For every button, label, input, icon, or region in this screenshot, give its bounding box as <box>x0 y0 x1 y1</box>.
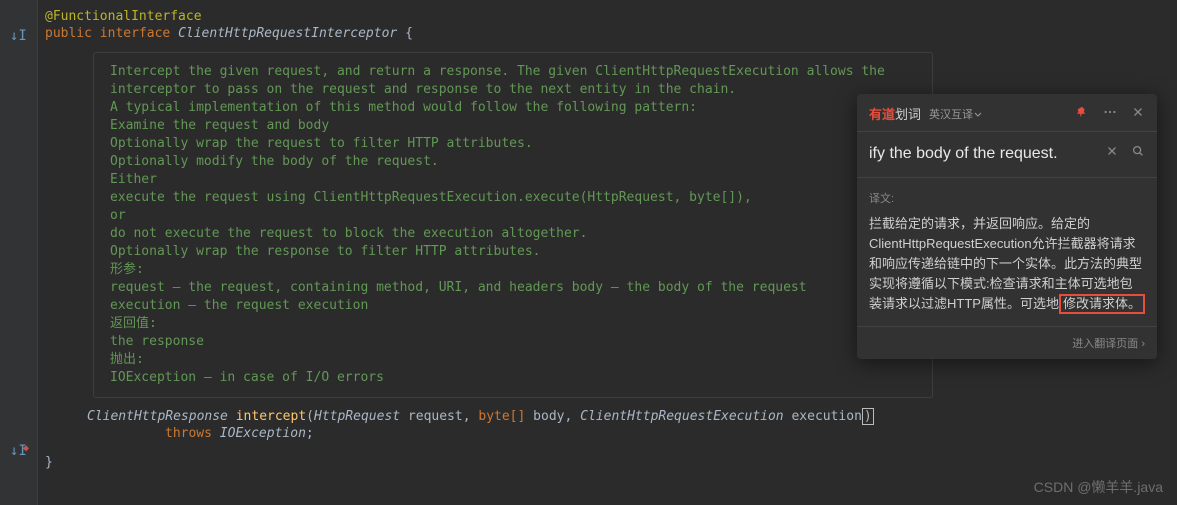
search-icon[interactable] <box>1131 144 1145 163</box>
method-name: intercept <box>236 409 306 424</box>
javadoc-line: Intercept the given request, and return … <box>110 63 916 81</box>
javadoc-line: 抛出: <box>110 351 916 369</box>
javadoc-line: or <box>110 207 916 225</box>
param-name: request <box>408 409 463 424</box>
javadoc-line: interceptor to pass on the request and r… <box>110 81 916 99</box>
javadoc-line: the response <box>110 333 916 351</box>
param-type: ClientHttpRequestExecution <box>580 409 784 424</box>
javadoc-line: execution – the request execution <box>110 297 916 315</box>
annotation: @FunctionalInterface <box>45 9 202 24</box>
javadoc-line: request – the request, containing method… <box>110 279 916 297</box>
param-type: byte[] <box>478 409 525 424</box>
throws-clause: throws IOException; <box>165 425 1177 442</box>
brace-close: } <box>45 455 53 470</box>
method-signature: ClientHttpResponse intercept(HttpRequest… <box>87 408 1177 425</box>
javadoc-line: Optionally modify the body of the reques… <box>110 153 916 171</box>
translator-query-row: ify the body of the request. <box>857 132 1157 178</box>
javadoc-line: Optionally wrap the request to filter HT… <box>110 135 916 153</box>
javadoc-line: A typical implementation of this method … <box>110 99 916 117</box>
keyword-interface: interface <box>100 26 170 41</box>
translator-body: 译文: 拦截给定的请求，并返回响应。给定的ClientHttpRequestEx… <box>857 178 1157 326</box>
keyword-public: public <box>45 26 92 41</box>
translation-highlight: 修改请求体。 <box>1059 294 1145 314</box>
close-icon[interactable] <box>1131 105 1145 122</box>
keyword-throws: throws <box>165 426 212 441</box>
translator-header: 有道划词 英汉互译 <box>857 94 1157 132</box>
javadoc-line: execute the request using ClientHttpRequ… <box>110 189 916 207</box>
translator-footer-link[interactable]: 进入翻译页面 › <box>857 326 1157 359</box>
javadoc-line: Either <box>110 171 916 189</box>
clear-query-icon[interactable] <box>1105 144 1119 163</box>
chevron-right-icon: › <box>1141 338 1145 350</box>
translation-text: 拦截给定的请求，并返回响应。给定的ClientHttpRequestExecut… <box>869 214 1145 314</box>
exception-type: IOException <box>220 426 306 441</box>
language-selector[interactable]: 英汉互译 <box>929 106 983 122</box>
javadoc-line: do not execute the request to block the … <box>110 225 916 243</box>
interface-name: ClientHttpRequestInterceptor <box>178 26 397 41</box>
translator-logo: 有道划词 <box>869 104 921 123</box>
watermark: CSDN @懒羊羊.java <box>1034 477 1163 497</box>
param-name: body <box>533 409 564 424</box>
javadoc-block[interactable]: Intercept the given request, and return … <box>93 52 933 398</box>
translation-label: 译文: <box>869 190 1145 206</box>
query-text: ify the body of the request. <box>869 145 1058 163</box>
pin-icon[interactable] <box>1075 105 1089 122</box>
javadoc-line: 返回值: <box>110 315 916 333</box>
return-type: ClientHttpResponse <box>87 409 228 424</box>
chevron-down-icon <box>973 109 983 119</box>
implements-icon[interactable]: ↓I <box>10 28 27 44</box>
editor-gutter: ↓I ↓I ◆ <box>0 0 38 505</box>
brace-open: { <box>405 26 413 41</box>
translator-popup[interactable]: 有道划词 英汉互译 ify the body of the request. <box>857 94 1157 359</box>
diff-marker-icon[interactable]: ◆ <box>23 443 29 454</box>
param-name: execution <box>791 409 861 424</box>
param-type: HttpRequest <box>314 409 400 424</box>
javadoc-line: Optionally wrap the response to filter H… <box>110 243 916 261</box>
more-icon[interactable] <box>1103 105 1117 122</box>
javadoc-line: 形参: <box>110 261 916 279</box>
javadoc-line: Examine the request and body <box>110 117 916 135</box>
javadoc-line: IOException – in case of I/O errors <box>110 369 916 387</box>
